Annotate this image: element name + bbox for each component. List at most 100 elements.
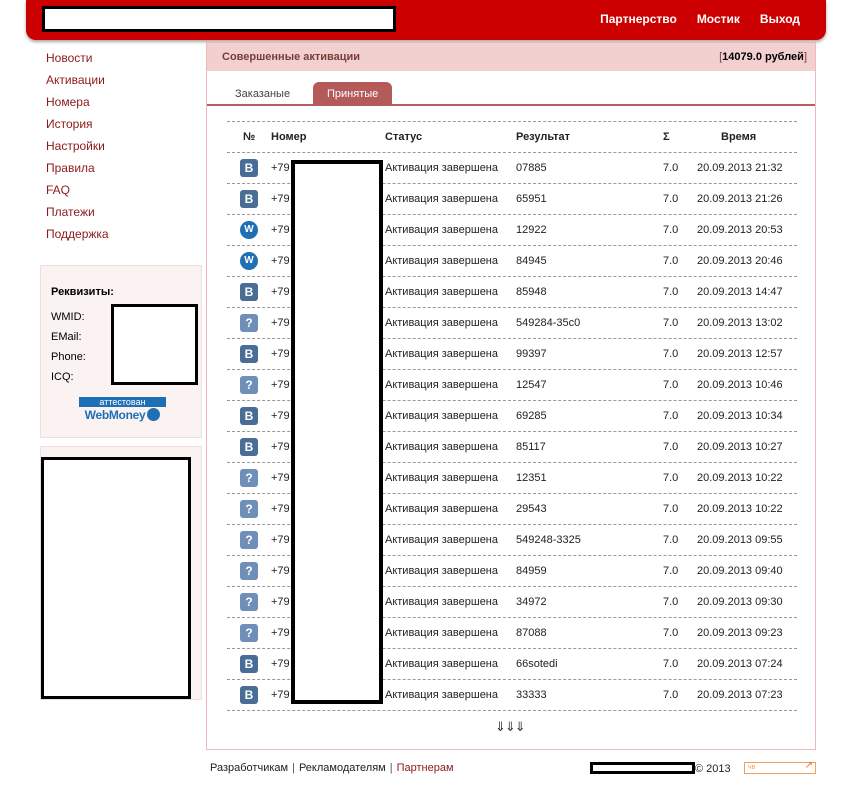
footer-advertisers-link[interactable]: Рекламодателям xyxy=(299,762,386,774)
arrow-up-right-icon: ↗ xyxy=(804,760,813,771)
header-result: Результат xyxy=(516,131,571,143)
status-text: Активация завершена xyxy=(385,410,499,422)
status-text: Активация завершена xyxy=(385,317,499,329)
status-text: Активация завершена xyxy=(385,162,499,174)
badge-attested-text: аттестован xyxy=(79,397,166,407)
sidebar-item-numbers[interactable]: Номера xyxy=(46,95,109,117)
sidebar-item-support[interactable]: Поддержка xyxy=(46,227,109,249)
sidebar-item-payments[interactable]: Платежи xyxy=(46,205,109,227)
header-number: Номер xyxy=(271,131,307,143)
phone-number: +79 xyxy=(271,162,290,174)
sum-text: 7.0 xyxy=(663,348,679,360)
header-no: № xyxy=(243,131,256,143)
result-text: 85117 xyxy=(516,441,546,453)
result-text: 12922 xyxy=(516,224,547,236)
sum-text: 7.0 xyxy=(663,286,679,298)
phone-number: +79 xyxy=(271,348,290,360)
result-text: 34972 xyxy=(516,596,547,608)
left-info-box xyxy=(40,446,202,700)
status-text: Активация завершена xyxy=(385,565,499,577)
sidebar-menu: Новости Активации Номера История Настрой… xyxy=(46,51,109,249)
sum-text: 7.0 xyxy=(663,317,679,329)
sidebar-item-history[interactable]: История xyxy=(46,117,109,139)
question-icon: ? xyxy=(240,624,258,642)
footer-separator: | xyxy=(292,762,295,774)
footer-developers-link[interactable]: Разработчикам xyxy=(210,762,288,774)
counter-widget[interactable]: чв ↗ xyxy=(744,760,816,774)
sum-text: 7.0 xyxy=(663,379,679,391)
vk-icon: B xyxy=(240,407,258,425)
phone-number: +79 xyxy=(271,534,290,546)
status-text: Активация завершена xyxy=(385,286,499,298)
phone-number: +79 xyxy=(271,193,290,205)
logo-redacted xyxy=(42,6,396,32)
question-icon: ? xyxy=(240,314,258,332)
phone-label: Phone: xyxy=(51,351,86,363)
wmid-label: WMID: xyxy=(51,311,85,323)
result-text: 99397 xyxy=(516,348,547,360)
phone-number: +79 xyxy=(271,317,290,329)
sum-text: 7.0 xyxy=(663,689,679,701)
status-text: Активация завершена xyxy=(385,689,499,701)
load-more-arrows[interactable]: ⇓⇓⇓ xyxy=(495,719,526,735)
status-text: Активация завершена xyxy=(385,472,499,484)
sum-text: 7.0 xyxy=(663,503,679,515)
phone-number: +79 xyxy=(271,472,290,484)
sum-text: 7.0 xyxy=(663,441,679,453)
nav-partnership-link[interactable]: Партнерство xyxy=(600,12,677,26)
sidebar-item-activations[interactable]: Активации xyxy=(46,73,109,95)
requisites-box: Реквизиты: WMID: EMail: Phone: ICQ: атте… xyxy=(40,265,202,438)
main-panel: Совершенные активации [14079.0 рублей] З… xyxy=(206,42,816,750)
vk-icon: B xyxy=(240,190,258,208)
tab-accepted[interactable]: Принятые xyxy=(313,82,393,106)
sidebar-item-faq[interactable]: FAQ xyxy=(46,183,109,205)
vk-icon: B xyxy=(240,283,258,301)
nav-bridge-link[interactable]: Мостик xyxy=(697,12,740,26)
phone-number: +79 xyxy=(271,286,290,298)
phone-number: +79 xyxy=(271,503,290,515)
sidebar-item-rules[interactable]: Правила xyxy=(46,161,109,183)
time-text: 20.09.2013 12:57 xyxy=(697,348,783,360)
status-text: Активация завершена xyxy=(385,503,499,515)
time-text: 20.09.2013 10:22 xyxy=(697,472,783,484)
vk-icon: B xyxy=(240,345,258,363)
sum-text: 7.0 xyxy=(663,193,679,205)
sidebar-item-news[interactable]: Новости xyxy=(46,51,109,73)
status-text: Активация завершена xyxy=(385,658,499,670)
tab-ordered[interactable]: Заказаные xyxy=(221,82,304,106)
result-text: 85948 xyxy=(516,286,547,298)
footer-partners-link[interactable]: Партнерам xyxy=(397,762,454,774)
table-bottom-rule xyxy=(227,710,797,711)
phone-number: +79 xyxy=(271,255,290,267)
footer-redacted xyxy=(590,762,695,774)
phone-number: +79 xyxy=(271,441,290,453)
icq-label: ICQ: xyxy=(51,371,74,383)
status-text: Активация завершена xyxy=(385,534,499,546)
status-text: Активация завершена xyxy=(385,627,499,639)
nav-logout-link[interactable]: Выход xyxy=(760,12,800,26)
status-text: Активация завершена xyxy=(385,596,499,608)
sum-text: 7.0 xyxy=(663,565,679,577)
question-icon: ? xyxy=(240,469,258,487)
time-text: 20.09.2013 21:26 xyxy=(697,193,783,205)
time-text: 20.09.2013 09:23 xyxy=(697,627,783,639)
header-sum: Σ xyxy=(663,131,670,143)
top-header: Партнерство Мостик Выход xyxy=(26,0,826,40)
footer-links: Разработчикам | Рекламодателям | Партнерам xyxy=(210,762,454,774)
sum-text: 7.0 xyxy=(663,410,679,422)
balance-display: [14079.0 рублей] xyxy=(719,51,807,63)
time-text: 20.09.2013 21:32 xyxy=(697,162,783,174)
sum-text: 7.0 xyxy=(663,658,679,670)
question-icon: ? xyxy=(240,531,258,549)
vk-icon: B xyxy=(240,686,258,704)
result-text: 07885 xyxy=(516,162,547,174)
result-text: 549248-3325 xyxy=(516,534,581,546)
sidebar-item-settings[interactable]: Настройки xyxy=(46,139,109,161)
result-text: 84945 xyxy=(516,255,547,267)
time-text: 20.09.2013 10:22 xyxy=(697,503,783,515)
time-text: 20.09.2013 20:53 xyxy=(697,224,783,236)
table-header-row: № Номер Статус Результат Σ Время xyxy=(227,121,797,152)
balance-value: 14079.0 рублей xyxy=(722,51,804,63)
email-label: EMail: xyxy=(51,331,82,343)
webmoney-attested-badge[interactable]: аттестован WebMoney xyxy=(79,397,166,422)
